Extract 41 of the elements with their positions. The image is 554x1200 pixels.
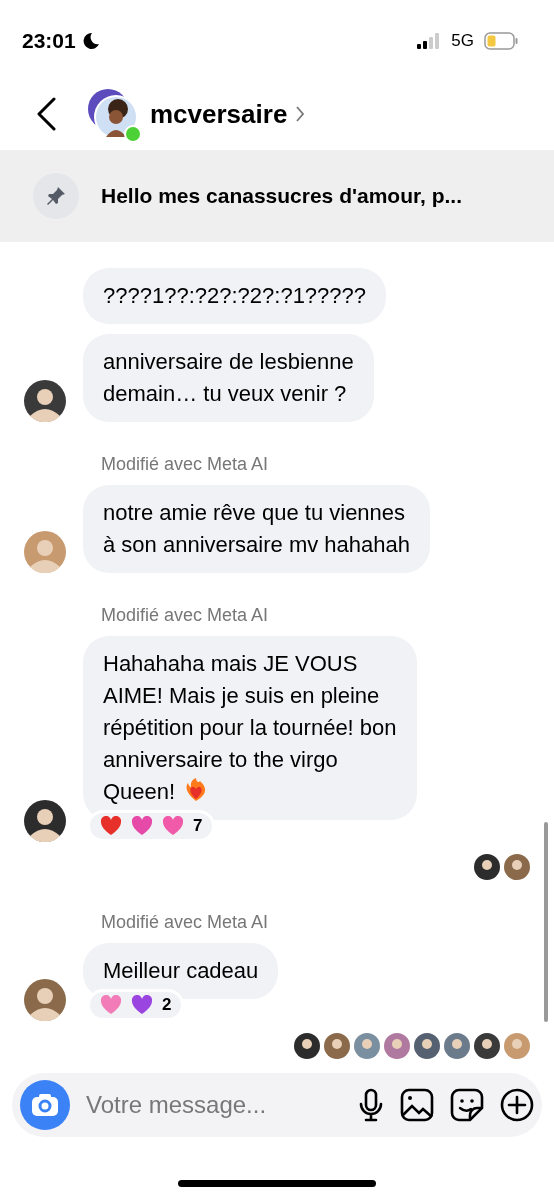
moon-icon — [81, 32, 100, 50]
back-icon[interactable] — [36, 97, 58, 131]
seen-avatar — [294, 1033, 320, 1059]
seen-avatar — [504, 854, 530, 880]
edited-label: Modifié avec Meta AI — [101, 605, 270, 626]
message-input[interactable]: Votre message... — [86, 1091, 342, 1119]
seen-avatar — [474, 854, 500, 880]
camera-button[interactable] — [20, 1080, 70, 1130]
seen-avatar — [414, 1033, 440, 1059]
edited-label: Modifié avec Meta AI — [101, 454, 270, 475]
seen-avatar — [354, 1033, 380, 1059]
message-bubble[interactable]: ????1??:?2?:?2?:?1????? — [83, 268, 387, 324]
signal-icon — [417, 33, 442, 49]
message-bubble[interactable]: Meilleur cadeau — [83, 943, 279, 999]
status-time: 23:01 — [22, 29, 76, 53]
message-bubble[interactable]: notre amie rêve que tu viennes à son anniversaire mv hahahah — [83, 485, 430, 573]
pin-icon — [45, 185, 67, 207]
pinned-message: Hello mes canassucres d'amour, p... — [101, 184, 462, 208]
message-bubble[interactable]: anniversaire de lesbienne demain… tu veux venir ? — [83, 334, 374, 422]
add-icon[interactable] — [500, 1088, 534, 1122]
message-bubble[interactable]: Hahahaha mais JE VOUS AIME! Mais je suis en pleine répétition pour la tournée! bon anniversaire to the virgo Queen! — [83, 636, 417, 820]
seen-avatar — [444, 1033, 470, 1059]
pinned-banner[interactable]: Hello mes canassucres d'amour, p... — [0, 150, 554, 242]
seen-avatar — [384, 1033, 410, 1059]
chevron-icon[interactable] — [295, 105, 306, 123]
reactions-pill[interactable]: 7 — [87, 810, 216, 842]
microphone-icon[interactable] — [358, 1088, 384, 1122]
avatar[interactable] — [24, 800, 66, 842]
seen-avatar — [474, 1033, 500, 1059]
network-label: 5G — [451, 31, 474, 51]
seen-avatar — [504, 1033, 530, 1059]
reactions-pill[interactable]: 2 — [87, 989, 185, 1021]
avatar[interactable] — [24, 380, 66, 422]
edited-label: Modifié avec Meta AI — [101, 912, 270, 933]
image-icon[interactable] — [400, 1088, 434, 1122]
battery-icon — [484, 32, 518, 50]
username[interactable]: mcversaire — [150, 98, 288, 130]
scroll-bar[interactable] — [544, 822, 548, 1022]
seen-avatar — [324, 1033, 350, 1059]
sticker-icon[interactable] — [450, 1088, 484, 1122]
camera-icon — [31, 1093, 59, 1117]
